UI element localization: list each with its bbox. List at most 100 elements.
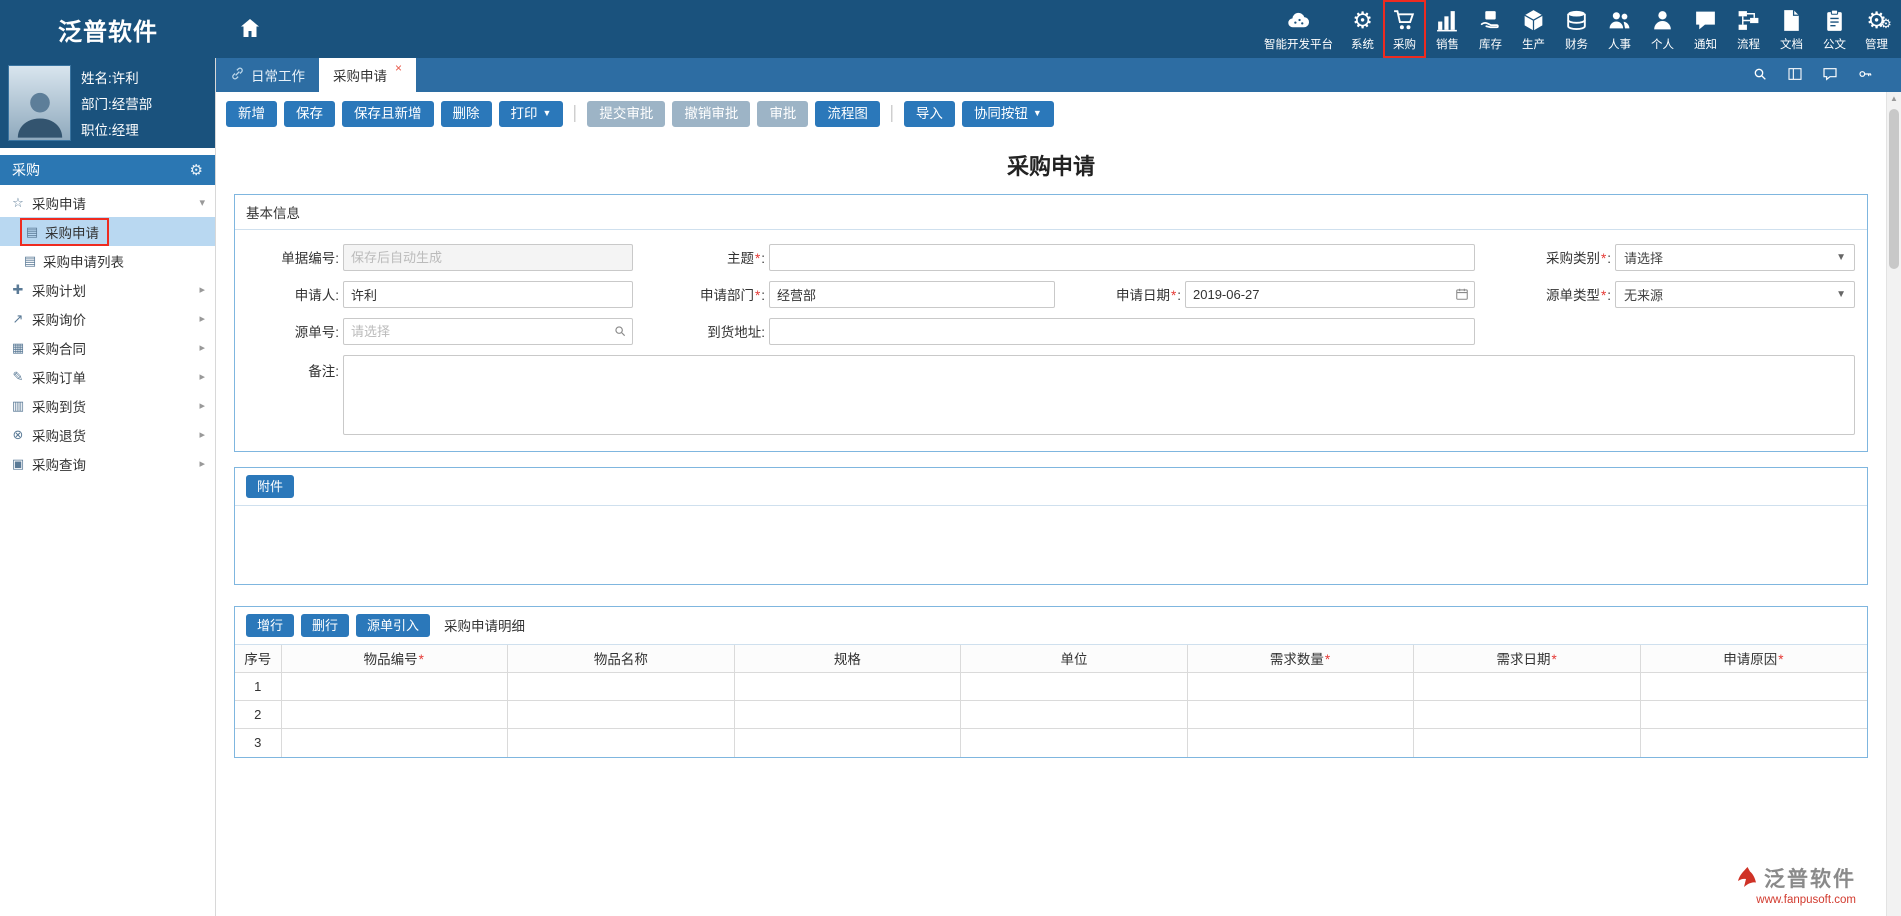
table-row: 3 bbox=[235, 729, 1867, 757]
cell[interactable] bbox=[734, 673, 961, 701]
module-sales[interactable]: 销售 bbox=[1426, 0, 1469, 58]
date-field[interactable] bbox=[1185, 281, 1475, 308]
cell[interactable] bbox=[961, 673, 1188, 701]
cell[interactable] bbox=[1187, 673, 1414, 701]
sidebar-item-purchase-arrival[interactable]: ▥ 采购到货 ▸ bbox=[0, 391, 215, 420]
module-docs[interactable]: 文档 bbox=[1770, 0, 1813, 58]
table-row: 1 bbox=[235, 673, 1867, 701]
tab-daily-work[interactable]: 日常工作 bbox=[216, 58, 319, 92]
subject-label: 主题*: bbox=[637, 247, 765, 267]
remark-field[interactable] bbox=[343, 355, 1855, 435]
module-system[interactable]: ⚙ 系统 bbox=[1342, 0, 1383, 58]
brand-logo: 泛普软件 bbox=[0, 12, 216, 47]
search-icon[interactable] bbox=[1752, 66, 1768, 85]
cell[interactable] bbox=[1414, 673, 1641, 701]
scrollbar-thumb[interactable] bbox=[1889, 109, 1899, 269]
new-button[interactable]: 新增 bbox=[226, 101, 277, 127]
import-button[interactable]: 导入 bbox=[904, 101, 955, 127]
save-button[interactable]: 保存 bbox=[284, 101, 335, 127]
sidebar-item-purchase-order[interactable]: ✎ 采购订单 ▸ bbox=[0, 362, 215, 391]
print-button[interactable]: 打印 ▼ bbox=[499, 101, 564, 127]
cell[interactable] bbox=[1640, 673, 1867, 701]
flowchart-button[interactable]: 流程图 bbox=[815, 101, 880, 127]
sidebar-item-purchase-contract[interactable]: ▦ 采购合同 ▸ bbox=[0, 333, 215, 362]
module-admin[interactable]: ⚙⚙ 管理 bbox=[1856, 0, 1897, 58]
basic-info-form: 单据编号: 主题*: 采购类别*: 请选择 ▼ 申请人: 申请部门*: 申请日期… bbox=[235, 230, 1867, 451]
key-icon[interactable] bbox=[1857, 66, 1873, 85]
caret-down-icon: ▼ bbox=[543, 109, 552, 118]
sidebar-group-purchase-request[interactable]: ☆ 采购申请 ▾ bbox=[0, 188, 215, 217]
attachment-button[interactable]: 附件 bbox=[246, 475, 294, 498]
cell[interactable] bbox=[1640, 729, 1867, 757]
module-production[interactable]: 生产 bbox=[1512, 0, 1555, 58]
source-no-field[interactable] bbox=[343, 318, 633, 345]
page-content: 采购申请 基本信息 单据编号: 主题*: 采购类别*: 请选择 ▼ bbox=[216, 149, 1886, 758]
cell[interactable] bbox=[281, 673, 508, 701]
source-type-select[interactable]: 无来源 ▼ bbox=[1615, 281, 1855, 308]
column-header-qty: 需求数量* bbox=[1187, 645, 1414, 673]
cell[interactable] bbox=[734, 729, 961, 757]
cell[interactable] bbox=[1414, 701, 1641, 729]
sidebar-item-purchase-query[interactable]: ▣ 采购查询 ▸ bbox=[0, 449, 215, 478]
module-workflow[interactable]: 流程 bbox=[1727, 0, 1770, 58]
subject-field[interactable] bbox=[769, 244, 1475, 271]
module-finance[interactable]: 财务 bbox=[1555, 0, 1598, 58]
save-and-new-button[interactable]: 保存且新增 bbox=[342, 101, 434, 127]
caret-down-icon: ▼ bbox=[1836, 289, 1846, 300]
cell[interactable] bbox=[508, 701, 735, 729]
module-personal[interactable]: 个人 bbox=[1641, 0, 1684, 58]
sidebar-item-purchase-request-list[interactable]: ▤ 采购申请列表 bbox=[0, 246, 215, 275]
cell[interactable] bbox=[734, 701, 961, 729]
cell[interactable] bbox=[1414, 729, 1641, 757]
settings-gear-icon[interactable]: ⚙ bbox=[190, 161, 203, 179]
cell[interactable] bbox=[1187, 729, 1414, 757]
cell[interactable] bbox=[281, 729, 508, 757]
category-select[interactable]: 请选择 ▼ bbox=[1615, 244, 1855, 271]
calendar-icon[interactable] bbox=[1455, 287, 1469, 301]
sidebar-item-purchase-plan[interactable]: ✚ 采购计划 ▸ bbox=[0, 275, 215, 304]
source-no-label: 源单号: bbox=[247, 321, 339, 341]
cell[interactable] bbox=[1187, 701, 1414, 729]
add-row-button[interactable]: 增行 bbox=[246, 614, 294, 637]
column-header-item-code: 物品编号* bbox=[281, 645, 508, 673]
cell[interactable] bbox=[961, 701, 1188, 729]
tab-purchase-request[interactable]: 采购申请 × bbox=[319, 58, 416, 92]
basic-info-section: 基本信息 单据编号: 主题*: 采购类别*: 请选择 ▼ 申请人: bbox=[234, 194, 1868, 452]
cloud-dev-icon bbox=[1286, 7, 1311, 34]
dept-field[interactable] bbox=[769, 281, 1055, 308]
column-header-seq: 序号 bbox=[235, 645, 281, 673]
search-icon[interactable] bbox=[613, 324, 627, 338]
home-button[interactable] bbox=[238, 16, 262, 43]
sidebar-item-purchase-request[interactable]: ▤ 采购申请 bbox=[0, 217, 215, 246]
panels-icon[interactable] bbox=[1787, 66, 1803, 85]
delete-row-button[interactable]: 删行 bbox=[301, 614, 349, 637]
cell[interactable] bbox=[961, 729, 1188, 757]
close-icon[interactable]: × bbox=[395, 61, 402, 75]
module-inventory[interactable]: 库存 bbox=[1469, 0, 1512, 58]
sidebar-item-purchase-inquiry[interactable]: ↗ 采购询价 ▸ bbox=[0, 304, 215, 333]
module-procurement[interactable]: 采购 bbox=[1383, 0, 1426, 58]
import-source-button[interactable]: 源单引入 bbox=[356, 614, 430, 637]
cell[interactable] bbox=[508, 673, 735, 701]
link-icon bbox=[230, 66, 245, 84]
star-icon: ☆ bbox=[10, 195, 26, 211]
module-official[interactable]: 公文 bbox=[1813, 0, 1856, 58]
chevron-right-icon: ▸ bbox=[199, 370, 205, 383]
module-nav: 智能开发平台 ⚙ 系统 采购 销售 库存 生产 bbox=[1255, 0, 1901, 58]
cell[interactable] bbox=[1640, 701, 1867, 729]
sidebar-item-purchase-return[interactable]: ⊗ 采购退货 ▸ bbox=[0, 420, 215, 449]
address-field[interactable] bbox=[769, 318, 1475, 345]
applicant-field[interactable] bbox=[343, 281, 633, 308]
delete-button[interactable]: 删除 bbox=[441, 101, 492, 127]
scroll-up-arrow[interactable]: ▲ bbox=[1887, 92, 1901, 106]
module-notice[interactable]: 通知 bbox=[1684, 0, 1727, 58]
chevron-right-icon: ▸ bbox=[199, 283, 205, 296]
message-icon[interactable] bbox=[1822, 66, 1838, 85]
module-hr[interactable]: 人事 bbox=[1598, 0, 1641, 58]
cell[interactable] bbox=[281, 701, 508, 729]
module-dev-platform[interactable]: 智能开发平台 bbox=[1255, 0, 1342, 58]
cell[interactable] bbox=[508, 729, 735, 757]
user-card: 姓名:许利 部门:经营部 职位:经理 bbox=[0, 58, 215, 148]
collaborate-button[interactable]: 协同按钮 ▼ bbox=[962, 101, 1054, 127]
chevron-right-icon: ▸ bbox=[199, 428, 205, 441]
